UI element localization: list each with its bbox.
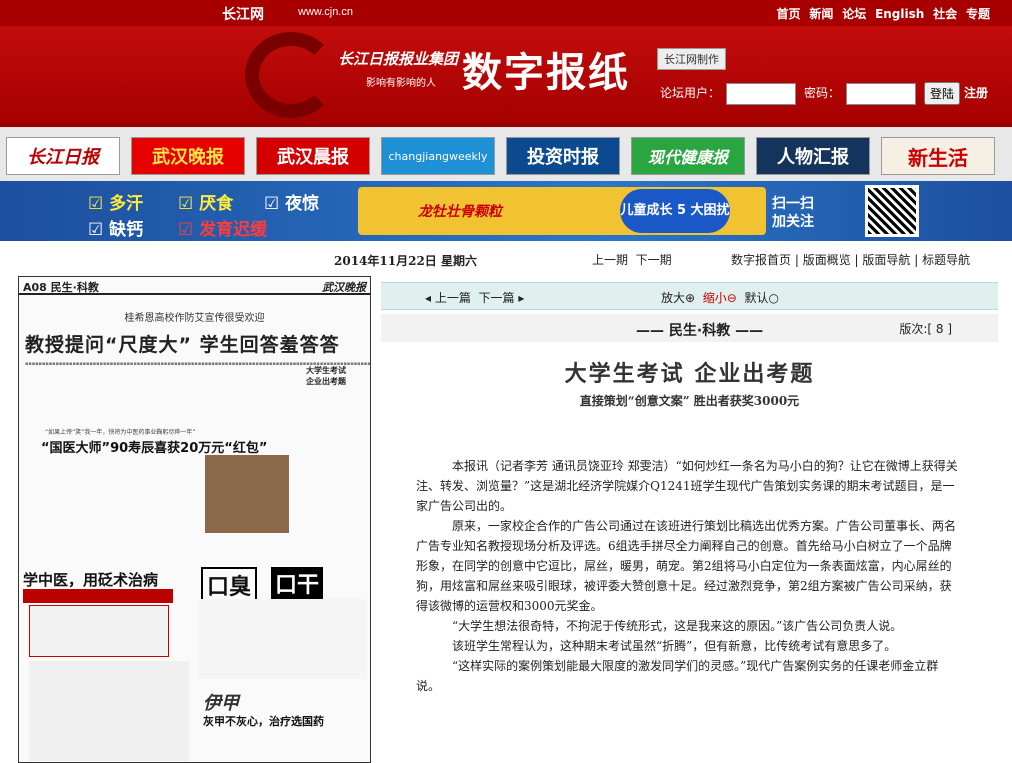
nav-home[interactable]: 首页 (777, 7, 801, 21)
login-form: 论坛用户： 密码： 登陆 注册 (660, 82, 988, 105)
thumb-ad-nail-sub: 灰甲不灰心，治疗选国药 (203, 715, 324, 728)
paragraph: 该班学生常程认为，这种期末考试虽然“折腾”，但有新意，比传统考试有意思多了。 (452, 639, 897, 653)
thumb-ad-breath-body (199, 599, 367, 679)
password-input[interactable] (846, 82, 917, 105)
top-nav: 首页 新闻 论坛 English 社会 专题 (772, 5, 990, 22)
link-overview[interactable]: 版面概览 (803, 253, 851, 267)
issue-nav: 上一期 下一期 (592, 251, 672, 268)
ad-product-name: 龙牡壮骨颗粒 (418, 204, 502, 220)
link-layout-nav[interactable]: 版面导航 (862, 253, 910, 267)
link-home[interactable]: 数字报首页 (731, 253, 791, 267)
prev-issue-link[interactable]: 上一期 (592, 253, 628, 267)
nav-society[interactable]: 社会 (933, 7, 957, 21)
ad-banner[interactable]: ☑ 多汗 ☑ 厌食 ☑ 夜惊 ☑ 缺钙 ☑ 发育迟缓 龙牡壮骨颗粒 儿童成长 5… (0, 181, 1012, 241)
group-name: 长江日报报业集团 (338, 50, 459, 68)
issue-date: 2014年11月22日 星期六 (334, 254, 477, 268)
thumb-sub-headline: “国医大师”90寿辰喜获20万元“红包” (41, 441, 268, 456)
article-title: 大学生考试 企业出考题 (564, 361, 815, 387)
next-issue-link[interactable]: 下一期 (636, 253, 672, 267)
thumb-ad-tcm: 学中医，用砭术治病 (23, 571, 159, 589)
next-article-link[interactable]: 下一篇 (479, 291, 515, 305)
page-thumbnail[interactable]: A08 民生·科教 武汉晚报 桂希恩高校作防艾宣传很受欢迎 教授提问“尺度大” 学… (18, 276, 371, 763)
thumb-ad-nail: 伊甲 (203, 693, 239, 714)
article-nav: ◂ 上一篇 下一篇 ▸ 放大⊕ 缩小⊖ 默认○ (381, 282, 998, 310)
ad-product: 龙牡壮骨颗粒 儿童成长 5 大困扰 (358, 187, 766, 235)
paragraph: 本报讯（记者李芳 通讯员饶亚玲 郑雯洁）“如何炒红一条名为马小白的狗？让它在微博… (416, 459, 958, 513)
zoom-controls: 放大⊕ 缩小⊖ 默认○ (661, 289, 779, 306)
prev-next: ◂ 上一篇 下一篇 ▸ (425, 291, 525, 305)
paragraph: “大学生想法很奇特，不拘泥于传统形式，这是我来这的原因。”该广告公司负责人说。 (452, 619, 903, 633)
zoom-in-button[interactable]: 放大⊕ (661, 291, 695, 305)
pub-people-report[interactable]: 人物汇报 (756, 137, 870, 175)
ad-item-anorexia: ☑ 厌食 (178, 194, 234, 214)
pub-modern-health[interactable]: 现代健康报 (631, 137, 745, 175)
site-url: www.cjn.cn (298, 6, 354, 18)
paragraph: “这样实际的案例策划能最大限度的激发同学们的灵感。”现代广告案例实务的任课老师金… (416, 659, 939, 693)
section-name: —— 民生·科教 —— (636, 323, 764, 339)
thumb-ad-tcm-bar (23, 589, 173, 603)
thumb-photo (205, 455, 289, 533)
username-label: 论坛用户： (660, 86, 721, 100)
zoom-out-button[interactable]: 缩小⊖ (703, 291, 737, 305)
paper-links: 数字报首页 | 版面概览 | 版面导航 | 标题导航 (731, 253, 971, 267)
thumb-body-lower (29, 661, 189, 761)
ad-item-growth: ☑ 发育迟缓 (178, 220, 268, 240)
article-subtitle: 直接策划“创意文案” 胜出者获奖3000元 (579, 394, 800, 408)
thumb-body-text: ▪▪▪▪▪▪▪▪▪▪▪▪▪▪▪▪▪▪▪▪▪▪▪▪▪▪▪▪▪▪▪▪▪▪▪▪▪▪▪▪… (25, 361, 371, 367)
zoom-default-button[interactable]: 默认○ (744, 291, 779, 305)
nav-english[interactable]: English (875, 7, 924, 21)
pub-wuhan-morning[interactable]: 武汉晨报 (256, 137, 370, 175)
logo-swirl-icon (245, 32, 337, 118)
thumb-header: A08 民生·科教 武汉晚报 (19, 277, 370, 295)
section-header: —— 民生·科教 —— 版次:[ 8 ] (381, 314, 998, 342)
pub-investment-times[interactable]: 投资时报 (506, 137, 620, 175)
nav-news[interactable]: 新闻 (809, 7, 833, 21)
thumb-ad-breath: 口臭 (201, 567, 258, 603)
link-title-nav[interactable]: 标题导航 (922, 253, 970, 267)
pub-changjiang-daily[interactable]: 长江日报 (6, 137, 120, 175)
version-link[interactable]: 8 (936, 322, 944, 336)
prev-article-link[interactable]: 上一篇 (435, 291, 471, 305)
header-banner: 长江日报报业集团 影响有影响的人 数字报纸 长江网制作 论坛用户： 密码： 登陆 注册 (0, 26, 1012, 123)
qr-code-icon (865, 185, 919, 237)
thumb-ad-tcm-box (29, 605, 169, 657)
paragraph: 原来，一家校企合作的广告公司通过在该班进行策划比稿选出优秀方案。广告公司董事长、… (416, 519, 957, 613)
thumb-sub-kicker: “如果上帝”笑“我一年，快将为中医药事业鞠躬尽瘁一年” (45, 429, 196, 436)
publication-bar: 长江日报 武汉晚报 武汉晨报 changjiangweekly 投资时报 现代健… (0, 123, 1012, 181)
date-bar: 2014年11月22日 星期六 上一期 下一期 数字报首页 | 版面概览 | 版… (0, 241, 1012, 277)
ad-campaign: 儿童成长 5 大困扰 (620, 189, 730, 233)
thumb-box-title[interactable]: 大学生考试 企业出考题 (287, 365, 365, 387)
ad-item-night: ☑ 夜惊 (264, 194, 320, 214)
slogan: 影响有影响的人 (366, 78, 436, 89)
password-label: 密码： (804, 86, 841, 100)
login-button[interactable]: 登陆 (924, 82, 961, 105)
nav-forum[interactable]: 论坛 (842, 7, 866, 21)
thumb-ad-mouth: 口干 (271, 567, 324, 599)
thumb-headline: 教授提问“尺度大” 学生回答羞答答 (25, 334, 340, 356)
username-input[interactable] (726, 82, 797, 105)
made-by-badge: 长江网制作 (657, 48, 726, 70)
nav-topics[interactable]: 专题 (966, 7, 990, 21)
version-number: 版次:[ 8 ] (899, 322, 952, 336)
article-body: 本报讯（记者李芳 通讯员饶亚玲 郑雯洁）“如何炒红一条名为马小白的狗？让它在微博… (416, 456, 958, 696)
thumb-kicker: 桂希恩高校作防艾宣传很受欢迎 (124, 313, 265, 324)
top-bar: 长江网 www.cjn.cn 首页 新闻 论坛 English 社会 专题 (0, 0, 1012, 26)
site-logo[interactable]: 长江网 (222, 4, 264, 24)
register-link[interactable]: 注册 (964, 86, 988, 100)
pub-changjiang-weekly[interactable]: changjiangweekly (381, 137, 495, 175)
ad-item-calcium: ☑ 缺钙 (88, 220, 144, 240)
ad-scan-text: 扫一扫 加关注 (772, 196, 814, 230)
ad-item-sweat: ☑ 多汗 (88, 194, 144, 214)
pub-wuhan-evening[interactable]: 武汉晚报 (131, 137, 245, 175)
pub-new-life[interactable]: 新生活 (881, 137, 995, 175)
page-title: 数字报纸 (462, 50, 630, 96)
